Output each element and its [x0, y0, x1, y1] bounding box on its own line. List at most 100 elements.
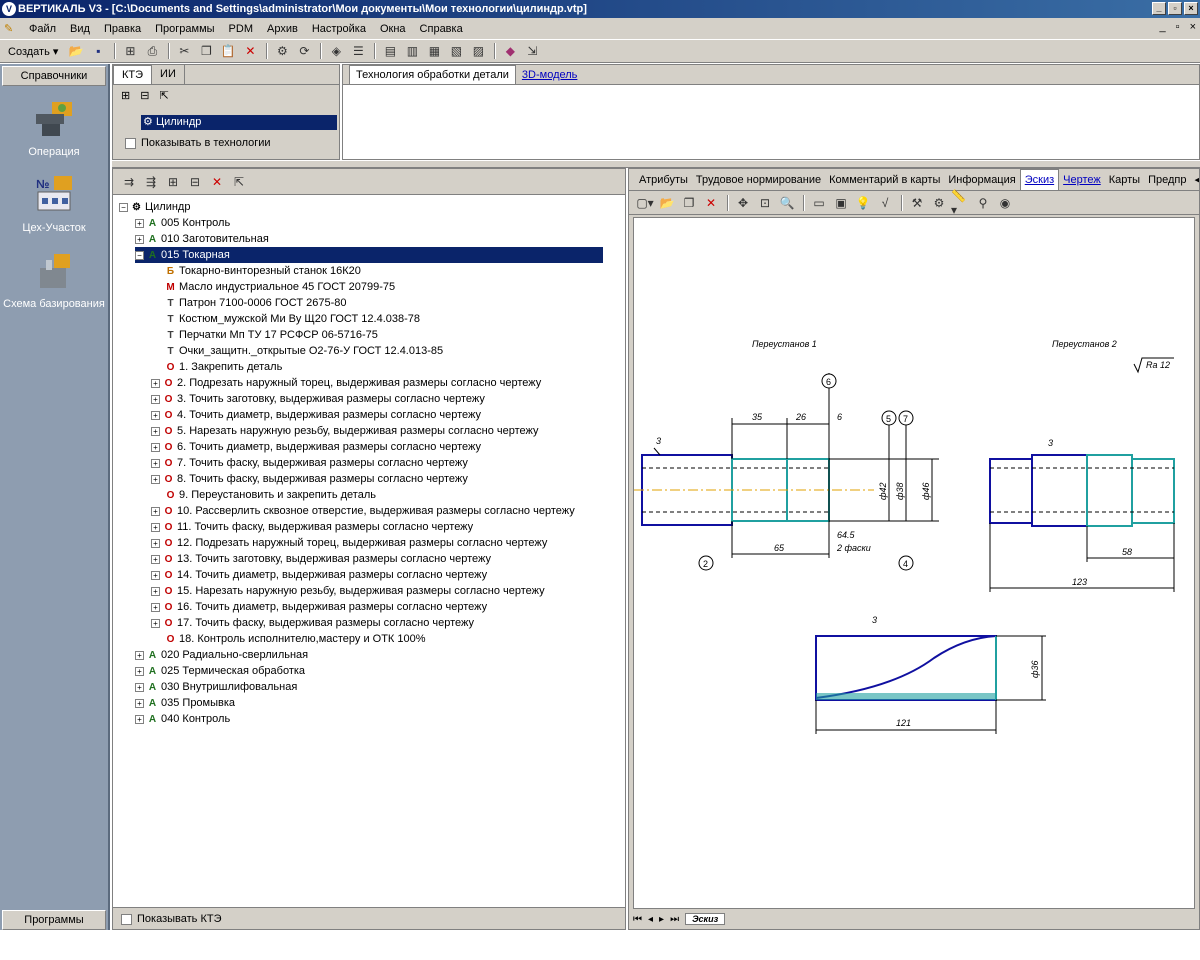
- expand-icon[interactable]: +: [151, 538, 160, 548]
- layout-2-icon[interactable]: ▥: [402, 42, 422, 60]
- tree-collapse-icon[interactable]: ⊟: [185, 173, 205, 191]
- menu-settings[interactable]: Настройка: [305, 23, 373, 35]
- document-menu-icon[interactable]: ✎: [4, 22, 20, 36]
- expand-icon[interactable]: +: [151, 506, 160, 516]
- prev-sheet-icon[interactable]: ◂: [648, 914, 653, 925]
- splitter[interactable]: [112, 160, 1200, 168]
- create-button[interactable]: Создать ▾: [4, 45, 62, 58]
- expand-icon[interactable]: +: [151, 394, 160, 404]
- step-node[interactable]: Т Патрон 7100-0006 ГОСТ 2675-80: [151, 295, 346, 311]
- mdi-close-icon[interactable]: ×: [1190, 21, 1196, 33]
- programs-button[interactable]: Программы: [2, 910, 106, 930]
- operation-node[interactable]: − A 015 Токарная: [135, 247, 603, 263]
- tree-root[interactable]: − ⚙ Цилиндр: [119, 199, 190, 215]
- operation-node[interactable]: + A 005 Контроль: [135, 215, 230, 231]
- pin-icon[interactable]: ⚲: [973, 194, 993, 212]
- step-node[interactable]: + О 6. Точить диаметр, выдерживая размеры …: [151, 439, 481, 455]
- menu-file[interactable]: Файл: [22, 23, 63, 35]
- nav-item-operation[interactable]: Операция: [0, 98, 108, 158]
- list-icon[interactable]: ☰: [348, 42, 368, 60]
- formula-icon[interactable]: √: [875, 194, 895, 212]
- cut-icon[interactable]: ✂: [174, 42, 194, 60]
- step-node[interactable]: О 18. Контроль исполнителю,мастеру и ОТК …: [151, 631, 426, 647]
- delete-node-icon[interactable]: ✕: [207, 173, 227, 191]
- reference-panel-header[interactable]: Справочники: [2, 66, 106, 86]
- expand-icon[interactable]: +: [151, 458, 160, 468]
- tab-card-comment[interactable]: Комментарий в карты: [825, 170, 944, 190]
- show-in-tech-checkbox[interactable]: Показывать в технологии: [125, 137, 271, 149]
- expand-icon[interactable]: +: [151, 378, 160, 388]
- step-node[interactable]: М Масло индустриальное 45 ГОСТ 20799-75: [151, 279, 395, 295]
- tab-enterprise[interactable]: Предпр: [1144, 170, 1190, 190]
- sheet-tab-sketch[interactable]: Эскиз: [685, 913, 726, 925]
- properties-icon[interactable]: ◈: [326, 42, 346, 60]
- step-node[interactable]: + О 15. Нарезать наружную резьбу, выдержив…: [151, 583, 545, 599]
- new-sketch-icon[interactable]: ▢▾: [635, 194, 655, 212]
- step-node[interactable]: + О 12. Подрезать наружный торец, выдержив…: [151, 535, 547, 551]
- zoom-icon[interactable]: 🔍: [777, 194, 797, 212]
- expand-icon[interactable]: +: [135, 218, 144, 228]
- copy-icon[interactable]: ❐: [196, 42, 216, 60]
- collapse-icon[interactable]: −: [135, 250, 144, 260]
- menu-edit[interactable]: Правка: [97, 23, 148, 35]
- operation-node[interactable]: + A 020 Радиально-сверлильная: [135, 647, 308, 663]
- step-node[interactable]: + О 2. Подрезать наружный торец, выдержива…: [151, 375, 541, 391]
- expand-icon[interactable]: +: [135, 682, 144, 692]
- step-node[interactable]: + О 10. Рассверлить сквозное отверстие, вы…: [151, 503, 575, 519]
- next-sheet-icon[interactable]: ▸: [659, 914, 664, 925]
- menu-view[interactable]: Вид: [63, 23, 97, 35]
- operation-node[interactable]: + A 040 Контроль: [135, 711, 230, 727]
- operation-node[interactable]: + A 035 Промывка: [135, 695, 235, 711]
- delete-icon[interactable]: ✕: [240, 42, 260, 60]
- tab-kte[interactable]: КТЭ: [113, 65, 153, 84]
- last-sheet-icon[interactable]: ⏭: [670, 914, 679, 925]
- tree-collapse-icon[interactable]: ⊟: [140, 89, 149, 102]
- expand-icon[interactable]: +: [135, 234, 144, 244]
- menu-programs[interactable]: Программы: [148, 23, 221, 35]
- expand-icon[interactable]: +: [135, 698, 144, 708]
- sketch-canvas[interactable]: Переустанов 1 Переустанов 2 Ra 12 35 26 …: [633, 217, 1195, 909]
- menu-archive[interactable]: Архив: [260, 23, 305, 35]
- expand-icon[interactable]: +: [151, 602, 160, 612]
- first-sheet-icon[interactable]: ⏮: [633, 914, 642, 925]
- collapse-icon[interactable]: −: [119, 202, 128, 212]
- open-icon[interactable]: 📂: [657, 194, 677, 212]
- kte-root-item[interactable]: ⚙ Цилиндр: [141, 115, 337, 130]
- delete-icon[interactable]: ✕: [701, 194, 721, 212]
- menu-help[interactable]: Справка: [413, 23, 470, 35]
- save-icon[interactable]: ▪: [88, 42, 108, 60]
- menu-windows[interactable]: Окна: [373, 23, 413, 35]
- tab-drawing[interactable]: Чертеж: [1059, 170, 1105, 190]
- step-node[interactable]: + О 11. Точить фаску, выдерживая размеры с…: [151, 519, 473, 535]
- operation-node[interactable]: + A 025 Термическая обработка: [135, 663, 305, 679]
- export-icon[interactable]: ⇲: [522, 42, 542, 60]
- step-node[interactable]: Т Костюм_мужской Ми Ву Щ20 ГОСТ 12.4.038-…: [151, 311, 420, 327]
- step-node[interactable]: + О 17. Точить фаску, выдерживая размеры с…: [151, 615, 474, 631]
- step-node[interactable]: + О 14. Точить диаметр, выдерживая размеры…: [151, 567, 487, 583]
- step-node[interactable]: Т Перчатки Мп ТУ 17 РСФСР 06-5716-75: [151, 327, 377, 343]
- print-icon[interactable]: ⎙: [142, 42, 162, 60]
- restore-button[interactable]: ▫: [1168, 2, 1182, 15]
- step-node[interactable]: + О 8. Точить фаску, выдерживая размеры со…: [151, 471, 468, 487]
- tree-icon[interactable]: ⊞: [120, 42, 140, 60]
- expand-icon[interactable]: +: [151, 586, 160, 596]
- step-node[interactable]: Б Токарно-винторезный станок 16К20: [151, 263, 361, 279]
- globe-icon[interactable]: ◉: [995, 194, 1015, 212]
- checkbox-box[interactable]: [121, 913, 132, 925]
- expand-icon[interactable]: +: [151, 410, 160, 420]
- expand-icon[interactable]: +: [135, 650, 144, 660]
- tab-tech-process[interactable]: Технология обработки детали: [349, 65, 516, 84]
- select-icon[interactable]: ⇱: [229, 173, 249, 191]
- mdi-minimize-icon[interactable]: _: [1160, 21, 1166, 33]
- tab-information[interactable]: Информация: [944, 170, 1019, 190]
- tree-expand-icon[interactable]: ⊞: [121, 89, 130, 102]
- frame-icon[interactable]: ▭: [809, 194, 829, 212]
- tab-attributes[interactable]: Атрибуты: [635, 170, 692, 190]
- expand-icon[interactable]: +: [135, 714, 144, 724]
- operation-node[interactable]: + A 010 Заготовительная: [135, 231, 269, 247]
- light-icon[interactable]: 💡: [853, 194, 873, 212]
- open-icon[interactable]: 📂: [66, 42, 86, 60]
- step-node[interactable]: + О 16. Точить диаметр, выдерживая размеры…: [151, 599, 487, 615]
- mdi-restore-icon[interactable]: ▫: [1176, 21, 1180, 33]
- paste-icon[interactable]: 📋: [218, 42, 238, 60]
